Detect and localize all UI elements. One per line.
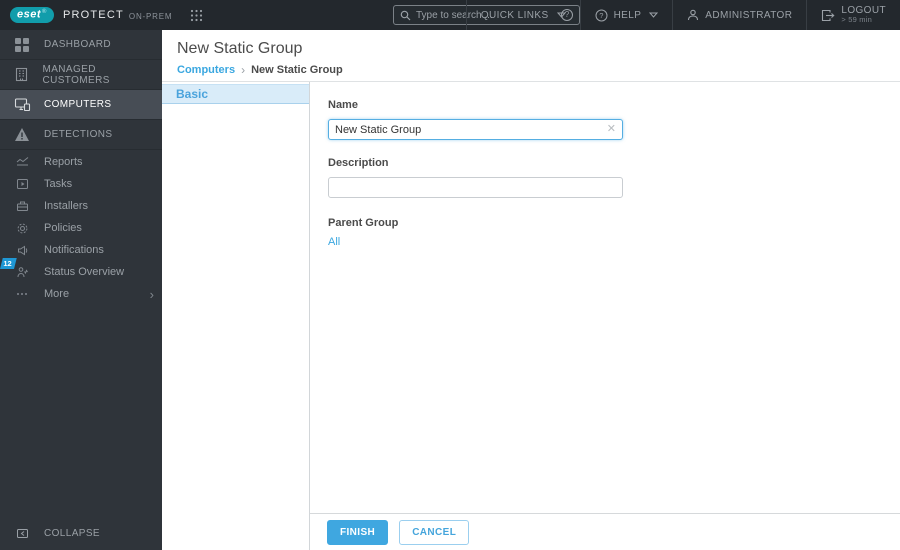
sidebar-item-label: Policies xyxy=(44,222,82,234)
gear-icon xyxy=(0,222,44,235)
building-icon xyxy=(0,67,42,82)
sidebar-item-managed-customers[interactable]: MANAGED CUSTOMERS xyxy=(0,60,162,90)
name-input[interactable] xyxy=(335,123,607,136)
registered-mark: ® xyxy=(42,8,47,15)
sidebar-item-label: MANAGED CUSTOMERS xyxy=(42,63,110,86)
help-icon: ? xyxy=(595,9,608,22)
collapse-label: COLLAPSE xyxy=(44,527,101,539)
sidebar-item-status-overview[interactable]: 12 Status Overview xyxy=(0,258,162,283)
sidebar-item-policies[interactable]: Policies xyxy=(0,217,162,239)
brand: eset® PROTECT ON-PREM xyxy=(10,6,203,24)
more-ellipsis-icon xyxy=(0,292,44,296)
parent-group-link[interactable]: All xyxy=(328,236,340,248)
sidebar-item-label: Notifications xyxy=(44,244,104,256)
cancel-button[interactable]: CANCEL xyxy=(399,519,470,545)
sidebar-item-label: DETECTIONS xyxy=(44,129,113,140)
chevron-down-icon xyxy=(649,12,659,18)
sidebar-item-label: Status Overview xyxy=(44,266,125,278)
session-timeout: > 59 min xyxy=(841,15,872,25)
name-field-wrap: ✕ xyxy=(328,119,623,140)
sidebar-item-dashboard[interactable]: DASHBOARD xyxy=(0,30,162,60)
sidebar-item-label: More xyxy=(44,288,70,300)
sidebar-item-notifications[interactable]: Notifications xyxy=(0,239,162,261)
collapse-icon xyxy=(0,528,44,539)
description-field-wrap xyxy=(328,177,623,198)
wizard-footer: FINISH CANCEL xyxy=(310,513,900,550)
breadcrumb-computers-link[interactable]: Computers xyxy=(177,64,235,76)
form-area: Name ✕ Description Parent Group All xyxy=(311,82,900,513)
sidebar-item-detections[interactable]: DETECTIONS xyxy=(0,120,162,150)
name-label: Name xyxy=(328,99,358,111)
report-chart-icon xyxy=(0,156,44,168)
main-content: New Static Group Computers › New Static … xyxy=(162,30,900,550)
logout-button[interactable]: LOGOUT > 59 min xyxy=(806,0,900,30)
wizard-step-basic[interactable]: Basic xyxy=(162,84,309,104)
search-icon xyxy=(400,10,411,21)
collapse-button[interactable]: COLLAPSE xyxy=(0,520,162,546)
sidebar-secondary-nav: Reports Tasks Installers Policies Notifi… xyxy=(0,151,162,305)
product-name: PROTECT xyxy=(62,9,124,21)
computers-icon xyxy=(0,97,44,112)
status-overview-badge: 12 xyxy=(0,258,18,269)
breadcrumb-separator-icon: › xyxy=(241,63,246,77)
task-play-icon xyxy=(0,178,44,190)
clear-input-icon[interactable]: ✕ xyxy=(607,124,616,135)
sidebar-item-label: Tasks xyxy=(44,178,73,190)
dashboard-icon xyxy=(0,37,44,53)
sidebar-item-installers[interactable]: Installers xyxy=(0,195,162,217)
sidebar: DASHBOARD MANAGED CUSTOMERS COMPUTERS DE… xyxy=(0,30,162,550)
breadcrumb-current: New Static Group xyxy=(251,64,343,76)
top-bar: eset® PROTECT ON-PREM ? QUICK LINKS xyxy=(0,0,900,30)
description-label: Description xyxy=(328,157,389,169)
user-icon xyxy=(687,9,699,21)
chevron-down-icon xyxy=(556,12,566,18)
help-menu[interactable]: ? HELP xyxy=(579,0,673,30)
eset-logo: eset® xyxy=(10,6,54,24)
sidebar-item-tasks[interactable]: Tasks xyxy=(0,173,162,195)
breadcrumb: Computers › New Static Group xyxy=(177,63,900,77)
warning-triangle-icon xyxy=(0,127,44,142)
parent-group-label: Parent Group xyxy=(328,217,399,229)
quick-links-menu[interactable]: QUICK LINKS xyxy=(465,0,580,30)
sidebar-item-label: Reports xyxy=(44,156,83,168)
app-grid-icon[interactable] xyxy=(190,9,203,22)
finish-button[interactable]: FINISH xyxy=(327,519,389,545)
megaphone-icon xyxy=(0,244,44,257)
sidebar-item-label: COMPUTERS xyxy=(44,99,112,110)
page-title: New Static Group xyxy=(177,40,303,57)
user-menu[interactable]: ADMINISTRATOR xyxy=(672,0,806,30)
sidebar-item-reports[interactable]: Reports xyxy=(0,151,162,173)
logout-icon xyxy=(821,9,835,22)
sidebar-item-label: DASHBOARD xyxy=(44,39,111,50)
sidebar-item-more[interactable]: More › xyxy=(0,283,162,305)
installer-box-icon xyxy=(0,200,44,212)
top-right-menu: QUICK LINKS ? HELP ADMINISTRATOR LOGOUT … xyxy=(465,0,900,30)
page-header: New Static Group Computers › New Static … xyxy=(162,30,900,82)
product-edition: ON-PREM xyxy=(128,11,173,21)
sidebar-item-label: Installers xyxy=(44,200,89,212)
description-input[interactable] xyxy=(335,181,616,194)
svg-text:?: ? xyxy=(599,11,604,20)
sidebar-primary-nav: DASHBOARD MANAGED CUSTOMERS COMPUTERS DE… xyxy=(0,30,162,150)
chevron-right-icon: › xyxy=(149,286,154,302)
sidebar-item-computers[interactable]: COMPUTERS xyxy=(0,90,162,120)
wizard-steps-panel: Basic xyxy=(162,82,310,550)
